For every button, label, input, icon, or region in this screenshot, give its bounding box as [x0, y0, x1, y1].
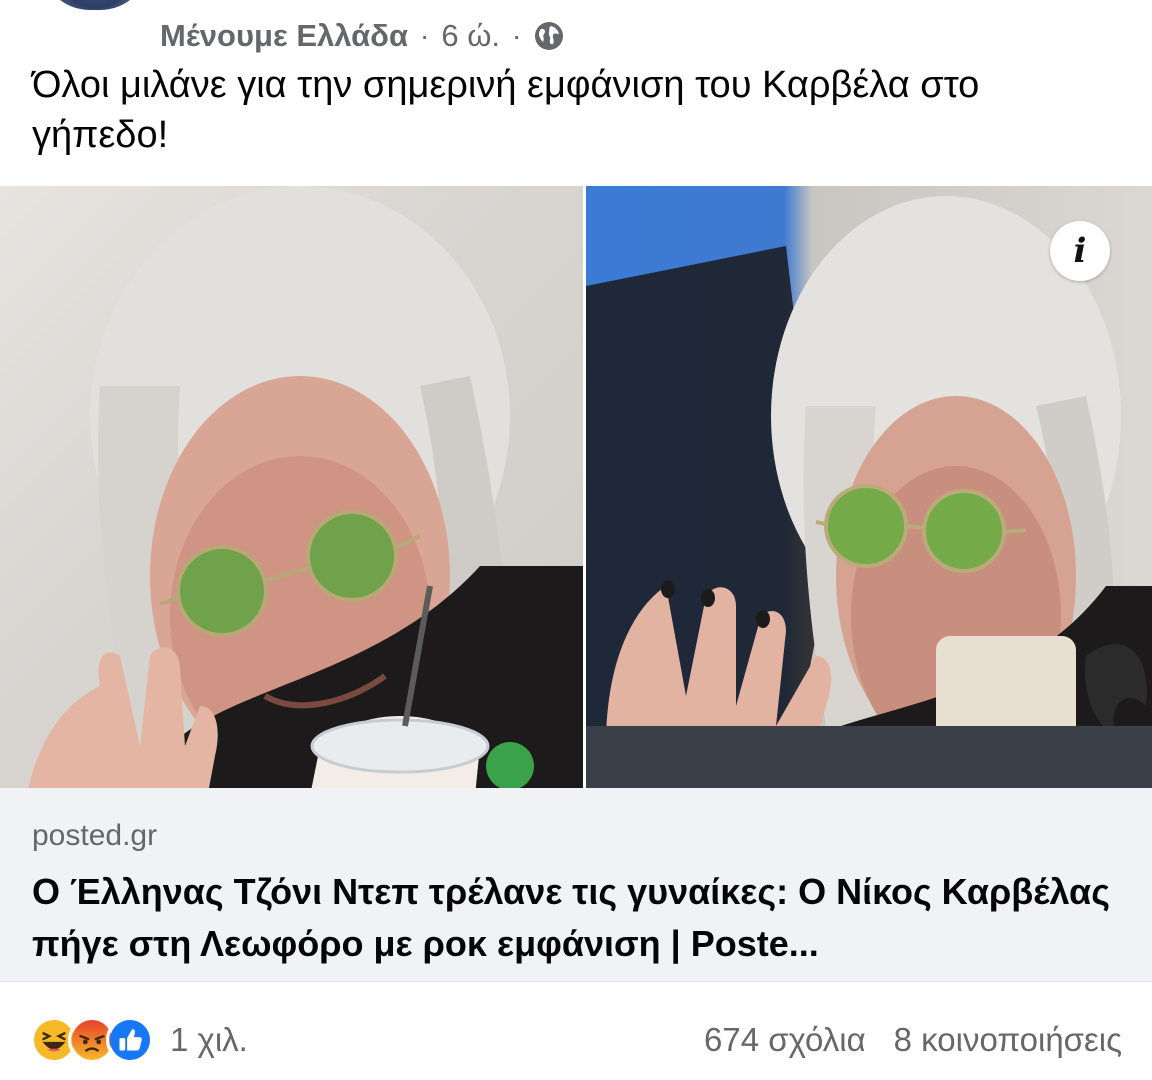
- meta-separator: ·: [512, 20, 522, 51]
- like-icon: [106, 1016, 154, 1064]
- page-name[interactable]: Μένουμε Ελλάδα: [160, 18, 408, 54]
- reaction-icons[interactable]: [30, 1016, 154, 1064]
- post-media[interactable]: i: [0, 186, 1152, 788]
- facebook-post: Μένουμε Ελλάδα · 6 ώ. · Όλοι μιλάνε για …: [0, 0, 1152, 1080]
- globe-icon: [533, 20, 565, 52]
- page-avatar[interactable]: [40, 0, 150, 10]
- link-title[interactable]: Ο Έλληνας Τζόνι Ντεπ τρέλανε τις γυναίκε…: [32, 866, 1122, 970]
- post-time[interactable]: 6 ώ.: [441, 18, 500, 54]
- post-meta: Μένουμε Ελλάδα · 6 ώ. ·: [160, 14, 565, 58]
- right-photo[interactable]: i: [586, 186, 1152, 788]
- info-icon[interactable]: i: [1050, 221, 1110, 281]
- shares-count[interactable]: 8 κοινοποιήσεις: [894, 1021, 1122, 1059]
- link-preview[interactable]: posted.gr Ο Έλληνας Τζόνι Ντεπ τρέλανε τ…: [0, 788, 1152, 982]
- link-domain: posted.gr: [32, 819, 158, 852]
- comments-count[interactable]: 674 σχόλια: [704, 1021, 866, 1059]
- left-photo[interactable]: [0, 186, 583, 788]
- reaction-count[interactable]: 1 χιλ.: [170, 1021, 248, 1059]
- post-footer: 1 χιλ. 674 σχόλια 8 κοινοποιήσεις: [0, 1000, 1152, 1080]
- post-stats: 674 σχόλια 8 κοινοποιήσεις: [704, 1021, 1122, 1059]
- post-message: Όλοι μιλάνε για την σημερινή εμφάνιση το…: [32, 64, 980, 156]
- left-photo-illustration: [28, 186, 583, 788]
- meta-separator: ·: [420, 20, 430, 51]
